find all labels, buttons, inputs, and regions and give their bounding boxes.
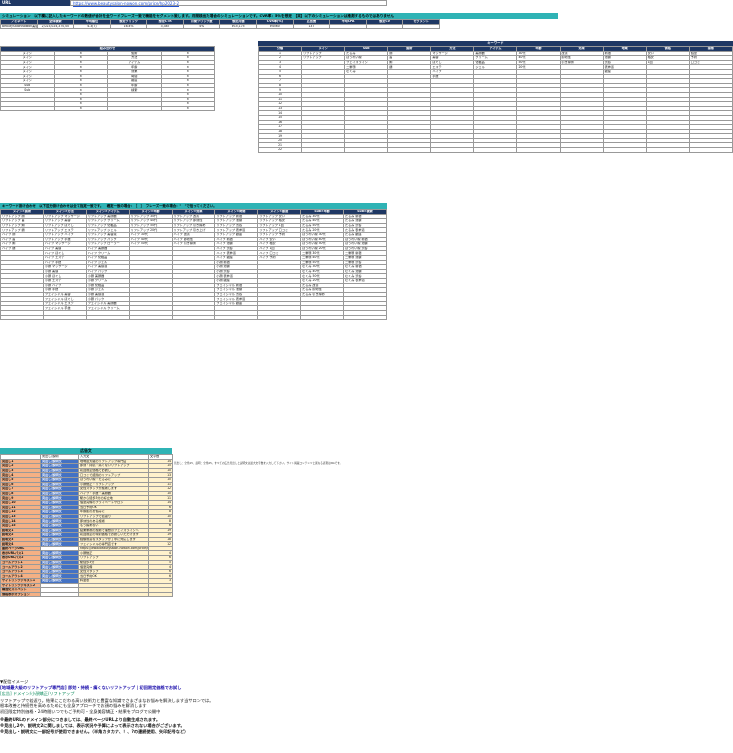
keyword-cell[interactable]	[344, 147, 389, 153]
keyword-cell[interactable]	[430, 147, 475, 153]
combinations-cell[interactable]	[171, 314, 216, 321]
preview-note-2: ※見出し2や、説明文2に関しましては、表示状況や予算によって表示されない場合がご…	[0, 722, 185, 728]
preview-note-3: ※見出し・説明文に一部記号が使用できません。（半角カタカナ、！、?の連続使用、矢…	[0, 728, 189, 734]
simulation-value-cell[interactable]: 16.4%	[109, 23, 148, 30]
combinations-cell[interactable]	[85, 314, 130, 321]
simulation-value-cell[interactable]	[329, 23, 367, 30]
simulation-value-cell[interactable]: 4%	[182, 23, 221, 30]
ads-cell	[40, 591, 79, 598]
ads-cell[interactable]	[148, 591, 173, 598]
preview-note-1: ※最終URLのドメイン部分につきましては、最終ページURLより自動生成されます。	[0, 717, 161, 723]
combinations-cell[interactable]	[300, 314, 344, 321]
simulation-value-cell[interactable]: 2,023,024,370,00	[36, 23, 75, 30]
ads-side-note: 見出し：全角15、説明：全角45。すべての広告見出しと説明文は最大文字数を入力し…	[174, 462, 343, 465]
preview-display-url: [広告] ドメイン/小顔矯正/リフトアップ	[0, 691, 75, 697]
combinations-cell[interactable]	[0, 314, 44, 321]
keyword-row: 22	[257, 147, 733, 153]
simulation-table: ノミネート 全体検索 平均順位 想定クリック 想定CTR 月間クリック数 想定月額 CVR率(…	[0, 19, 440, 30]
simulation-value-cell[interactable]	[365, 23, 404, 30]
keyword-table: 分類 メイン Sub 施術 方法 アイテム 年齢 効果 地域 価格 接客 1 リフトアップ たるみ顔マッサ…	[257, 46, 733, 153]
simulation-value-cell[interactable]: BeautySalonNowon美容	[0, 23, 38, 30]
keyword-cell[interactable]	[387, 147, 432, 153]
combinations-row	[0, 314, 387, 321]
combination-row: × ×	[0, 105, 215, 112]
preview-desc-3: 初回限定特別価格・24時間いつでもご予約可・全身美容矯正・結果をブログで公開中	[0, 709, 161, 715]
simulation-value-cell[interactable]: ¥4560	[256, 23, 294, 30]
keyword-cell[interactable]	[301, 147, 346, 153]
combination-cell[interactable]	[0, 105, 55, 112]
keyword-cell[interactable]	[688, 147, 733, 153]
keyword-cell[interactable]	[516, 147, 561, 153]
simulation-value-cell[interactable]: 3,387	[146, 23, 184, 30]
keyword-cell[interactable]	[559, 147, 604, 153]
combination-cell[interactable]	[107, 105, 162, 112]
keyword-cell[interactable]: 22	[257, 147, 303, 153]
preview-headline[interactable]: [地域最大級のリフトアップ専門店] 即効・持続・痛くないリフトアップ | 初回限…	[0, 685, 420, 690]
keyword-cell[interactable]	[645, 147, 690, 153]
keyword-cell[interactable]	[602, 147, 647, 153]
combination-table: 組み合わせ メイン × 施術 × メイン × 方法 × メイン × アイテム × メイン × 年齢 × メイン ×…	[0, 46, 215, 112]
combinations-cell[interactable]	[343, 314, 387, 321]
combinations-table: メイン×施術 メイン×方法 メイン×アイテム メイン×年齢 メイン×効果 メイン×時間 メイ…	[0, 209, 387, 321]
preview-block: ▼配信イメージ [地域最大級のリフトアップ専門店] 即効・持続・痛くないリフトア…	[0, 679, 420, 734]
url-label: URL	[0, 0, 70, 6]
simulation-value-cell[interactable]: 4.3(7)	[73, 23, 111, 30]
url-value-cell[interactable]: https://www.beautysalon-nowon.com/price/…	[70, 0, 387, 6]
combination-cell[interactable]: ×	[53, 105, 108, 112]
combinations-cell[interactable]	[42, 314, 87, 321]
combinations-cell[interactable]	[257, 314, 302, 321]
ads-row: 価格表示オプション	[0, 591, 173, 598]
url-value-link[interactable]: https://www.beautysalon-nowon.com/price/…	[73, 1, 179, 6]
preview-desc-2: 根本改善と持続性を高めるためにも全身アプローチでお顔の悩みを解消します	[0, 703, 147, 709]
simulation-value-cell[interactable]: 137	[292, 23, 331, 30]
combinations-cell[interactable]	[128, 314, 173, 321]
url-row: URL https://www.beautysalon-nowon.com/pr…	[0, 0, 387, 6]
simulation-value-row: BeautySalonNowon美容 2,023,024,370,00 4.3(7)…	[0, 23, 440, 30]
simulation-value-cell[interactable]: ¥15,175	[219, 23, 258, 30]
ads-table: 見出し/説明 入力文 文字数 見出し1 見出し/説明文 地域最大級のリフトアップ専門店 14…	[0, 454, 173, 598]
keyword-cell[interactable]	[473, 147, 518, 153]
combinations-cell[interactable]	[214, 314, 259, 321]
preview-label: ▼配信イメージ	[0, 679, 29, 684]
simulation-value-cell[interactable]	[402, 23, 440, 30]
ads-cell: 価格表示オプション	[0, 591, 41, 598]
combination-cell[interactable]: ×	[160, 105, 215, 112]
ads-cell[interactable]	[78, 591, 149, 598]
